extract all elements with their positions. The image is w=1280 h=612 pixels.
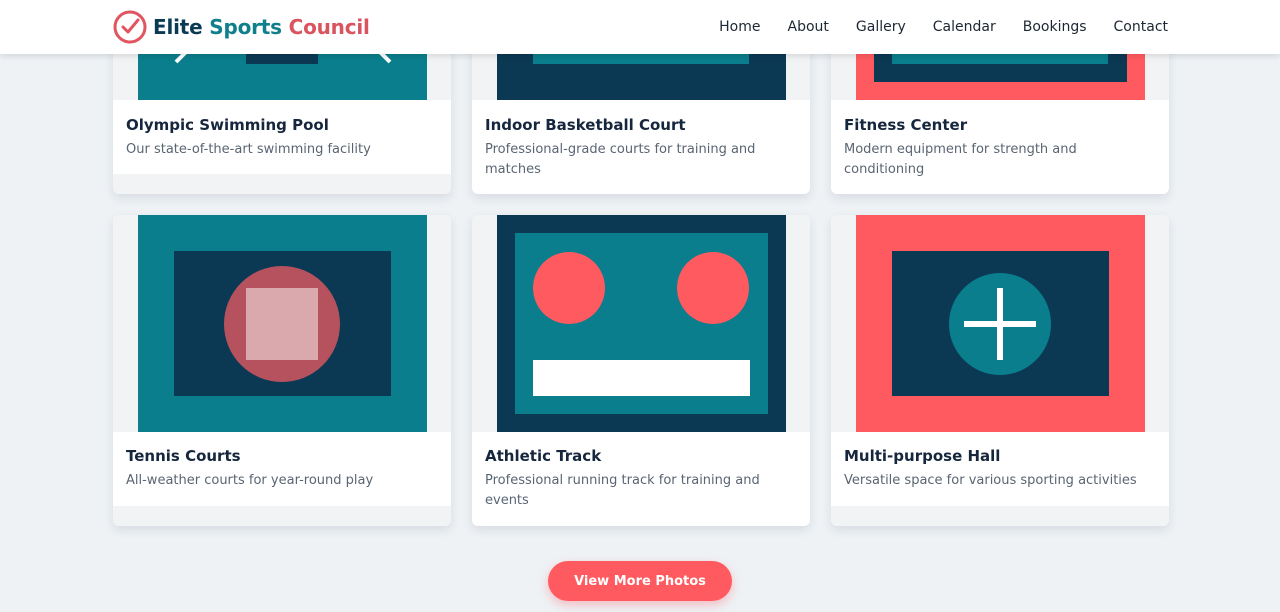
card-description: Professional-grade courts for training a…	[485, 142, 756, 177]
card-footer	[831, 506, 1169, 526]
card-body: Fitness Center Modern equipment for stre…	[831, 116, 1169, 180]
card-footer	[113, 506, 451, 526]
gallery-card-multipurpose-hall[interactable]: Multi-purpose Hall Versatile space for v…	[831, 215, 1169, 526]
card-image	[113, 215, 451, 432]
card-body: Indoor Basketball Court Professional-gra…	[472, 116, 810, 180]
card-title: Olympic Swimming Pool	[126, 116, 329, 134]
card-body: Athletic Track Professional running trac…	[472, 447, 810, 511]
card-footer	[113, 174, 451, 194]
card-title: Tennis Courts	[126, 447, 241, 465]
card-description: Versatile space for various sporting act…	[844, 473, 1137, 488]
card-body: Multi-purpose Hall Versatile space for v…	[831, 447, 1169, 491]
multipurpose-hall-illustration	[856, 215, 1145, 432]
brand-name: Elite Sports Council	[153, 15, 370, 39]
athletic-track-illustration	[497, 215, 786, 432]
card-image	[831, 215, 1169, 432]
card-title: Multi-purpose Hall	[844, 447, 1001, 465]
brand-logo[interactable]: Elite Sports Council	[112, 10, 370, 44]
nav-bookings[interactable]: Bookings	[1023, 19, 1087, 35]
card-description: Professional running track for training …	[485, 473, 760, 508]
tennis-courts-illustration	[138, 215, 427, 432]
view-more-photos-button[interactable]: View More Photos	[548, 561, 732, 601]
card-title: Fitness Center	[844, 116, 968, 134]
nav-home[interactable]: Home	[719, 19, 760, 35]
main-nav: Home About Gallery Calendar Bookings Con…	[719, 0, 1168, 54]
card-description: Our state-of-the-art swimming facility	[126, 142, 371, 157]
nav-calendar[interactable]: Calendar	[933, 19, 996, 35]
card-body: Olympic Swimming Pool Our state-of-the-a…	[113, 116, 451, 160]
check-circle-icon	[113, 10, 147, 44]
brand-name-part-3: Council	[288, 15, 370, 39]
card-title: Indoor Basketball Court	[485, 116, 686, 134]
nav-contact[interactable]: Contact	[1114, 19, 1168, 35]
brand-name-part-1: Elite	[153, 15, 210, 39]
nav-about[interactable]: About	[788, 19, 829, 35]
card-description: Modern equipment for strength and condit…	[844, 142, 1077, 177]
card-title: Athletic Track	[485, 447, 602, 465]
gallery-card-athletic-track[interactable]: Athletic Track Professional running trac…	[472, 215, 810, 526]
brand-name-part-2: Sports	[209, 15, 289, 39]
nav-gallery[interactable]: Gallery	[856, 19, 906, 35]
card-body: Tennis Courts All-weather courts for yea…	[113, 447, 451, 491]
card-image	[472, 215, 810, 432]
card-description: All-weather courts for year-round play	[126, 473, 374, 488]
site-header: Elite Sports Council Home About Gallery …	[0, 0, 1280, 54]
gallery-card-tennis-courts[interactable]: Tennis Courts All-weather courts for yea…	[113, 215, 451, 526]
